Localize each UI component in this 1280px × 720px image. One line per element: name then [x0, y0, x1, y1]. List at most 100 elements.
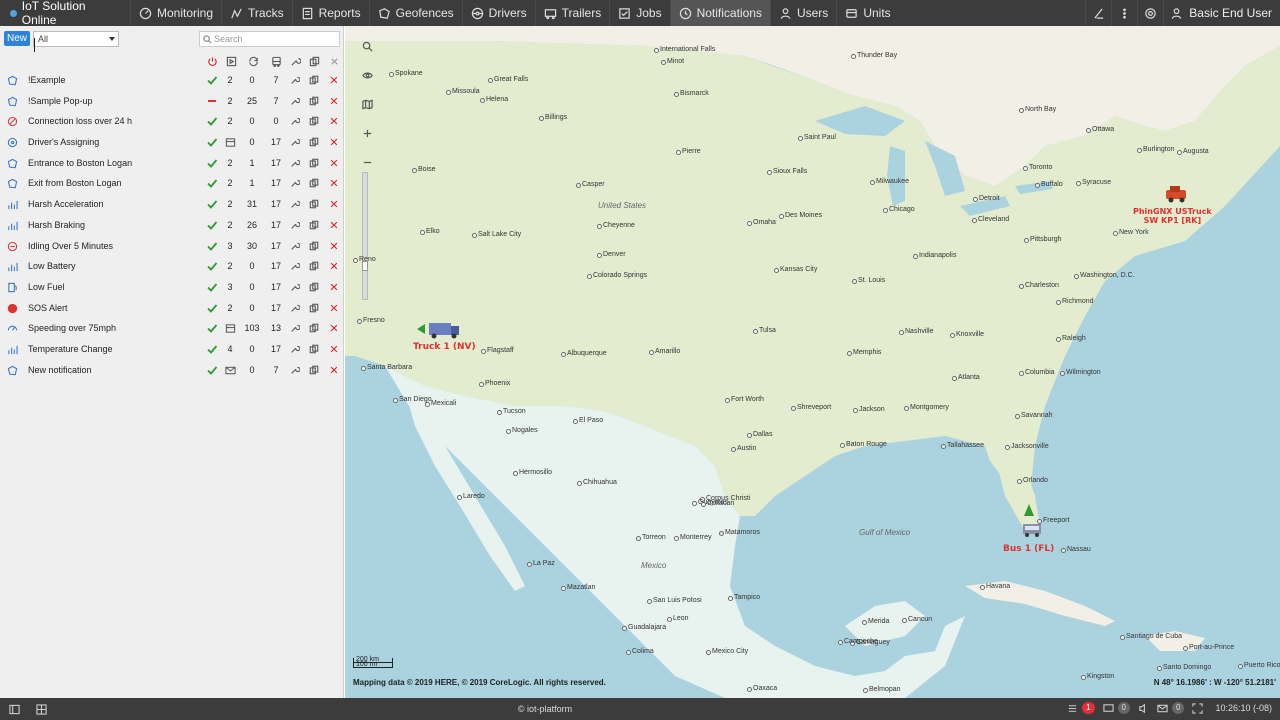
delete-icon[interactable]	[329, 282, 339, 292]
notification-row[interactable]: Exit from Boston Logan 2 1 17	[0, 173, 344, 194]
notification-row[interactable]: Temperature Change 4 0 17	[0, 339, 344, 360]
mail-icon[interactable]	[222, 365, 238, 378]
notification-name[interactable]: Driver's Assigning	[28, 137, 99, 147]
notification-name[interactable]: SOS Alert	[28, 303, 68, 313]
notification-row[interactable]: Low Fuel 3 0 17	[0, 277, 344, 298]
enabled-check-icon[interactable]	[206, 157, 218, 169]
toggle-all-button[interactable]	[205, 54, 219, 68]
nav-monitoring[interactable]: Monitoring	[130, 0, 221, 26]
delete-icon[interactable]	[329, 178, 339, 188]
search-input[interactable]: Search	[199, 31, 340, 47]
nav-geofences[interactable]: Geofences	[368, 0, 462, 26]
copy-all-button[interactable]	[307, 54, 321, 68]
units-icon[interactable]	[222, 137, 238, 150]
edit-wrench-icon[interactable]	[290, 303, 301, 313]
notification-row[interactable]: Idling Over 5 Minutes 3 30 17	[0, 236, 344, 257]
delete-icon[interactable]	[329, 199, 339, 209]
copy-icon[interactable]	[309, 282, 319, 292]
edit-wrench-icon[interactable]	[290, 158, 301, 168]
notification-row[interactable]: Speeding over 75mph 103 13	[0, 318, 344, 339]
notification-row[interactable]: !Example 2 0 7	[0, 70, 344, 91]
enabled-check-icon[interactable]	[206, 115, 218, 127]
edit-wrench-icon[interactable]	[290, 323, 301, 333]
copy-icon[interactable]	[309, 96, 319, 106]
notification-row[interactable]: Harsh Acceleration 2 31 17	[0, 194, 344, 215]
notification-row[interactable]: Entrance to Boston Logan 2 1 17	[0, 153, 344, 174]
notification-name[interactable]: Idling Over 5 Minutes	[28, 241, 113, 251]
notification-row[interactable]: Harsh Braking 2 26 17	[0, 215, 344, 236]
map-view[interactable]: United States Mexico Gulf of Mexico Inte…	[345, 26, 1280, 698]
map-layers-button[interactable]	[359, 96, 375, 112]
copy-icon[interactable]	[309, 75, 319, 85]
notifications-count[interactable]: 0	[1117, 702, 1130, 714]
disabled-dash-icon[interactable]	[206, 95, 218, 107]
copy-icon[interactable]	[309, 158, 319, 168]
notification-row[interactable]: New notification 0 7	[0, 360, 344, 381]
notification-name[interactable]: !Example	[28, 75, 66, 85]
copy-icon[interactable]	[309, 365, 319, 375]
edit-wrench-icon[interactable]	[290, 241, 301, 251]
nav-drivers[interactable]: Drivers	[461, 0, 535, 26]
notification-name[interactable]: !Sample Pop-up	[28, 96, 93, 106]
notification-name[interactable]: Entrance to Boston Logan	[28, 158, 132, 168]
notification-name[interactable]: Connection loss over 24 h	[28, 116, 132, 126]
copy-icon[interactable]	[309, 220, 319, 230]
nav-trailers[interactable]: Trailers	[534, 0, 610, 26]
copy-icon[interactable]	[309, 241, 319, 251]
pickup-marker[interactable]	[1164, 184, 1190, 207]
delete-icon[interactable]	[329, 344, 339, 354]
unit-label-bus-1[interactable]: Bus 1 (FL)	[1003, 544, 1054, 554]
copy-icon[interactable]	[309, 178, 319, 188]
notification-name[interactable]: Low Fuel	[28, 282, 65, 292]
edit-wrench-icon[interactable]	[290, 365, 301, 375]
notification-name[interactable]: Exit from Boston Logan	[28, 178, 122, 188]
enabled-check-icon[interactable]	[206, 240, 218, 252]
copy-icon[interactable]	[309, 199, 319, 209]
enabled-check-icon[interactable]	[206, 177, 218, 189]
edit-wrench-icon[interactable]	[290, 116, 301, 126]
app-logo[interactable]: IoT Solution Online	[0, 0, 130, 27]
edit-wrench-icon[interactable]	[290, 282, 301, 292]
edit-wrench-icon[interactable]	[290, 220, 301, 230]
enabled-check-icon[interactable]	[206, 322, 218, 334]
delete-icon[interactable]	[329, 75, 339, 85]
delete-icon[interactable]	[329, 158, 339, 168]
delete-icon[interactable]	[329, 241, 339, 251]
enabled-check-icon[interactable]	[206, 136, 218, 148]
notification-name[interactable]: Temperature Change	[28, 344, 113, 354]
units-icon[interactable]	[222, 323, 238, 336]
new-notification-button[interactable]: New	[4, 31, 30, 46]
copy-icon[interactable]	[309, 323, 319, 333]
enabled-check-icon[interactable]	[206, 364, 218, 376]
copy-icon[interactable]	[309, 344, 319, 354]
edit-wrench-icon[interactable]	[290, 261, 301, 271]
tools-button[interactable]	[1085, 0, 1111, 26]
notification-name[interactable]: Harsh Acceleration	[28, 199, 104, 209]
edit-wrench-icon[interactable]	[290, 96, 301, 106]
edit-wrench-icon[interactable]	[290, 199, 301, 209]
menu-button[interactable]	[1111, 0, 1137, 26]
edit-wrench-icon[interactable]	[290, 75, 301, 85]
enabled-check-icon[interactable]	[206, 281, 218, 293]
enabled-check-icon[interactable]	[206, 198, 218, 210]
delete-icon[interactable]	[329, 116, 339, 126]
notification-row[interactable]: SOS Alert 2 0 17	[0, 298, 344, 319]
copy-icon[interactable]	[309, 261, 319, 271]
nav-reports[interactable]: Reports	[291, 0, 369, 26]
notification-row[interactable]: Driver's Assigning 0 17	[0, 132, 344, 153]
delete-icon[interactable]	[329, 261, 339, 271]
alerts-badge[interactable]: 1	[1082, 702, 1095, 714]
nav-users[interactable]: Users	[769, 0, 836, 26]
units-column-header[interactable]	[224, 54, 238, 68]
copy-icon[interactable]	[309, 116, 319, 126]
enabled-check-icon[interactable]	[206, 343, 218, 355]
settings-button[interactable]	[1137, 0, 1163, 26]
nav-notifications[interactable]: Notifications	[669, 0, 770, 26]
enabled-check-icon[interactable]	[206, 302, 218, 314]
bus-marker[interactable]	[1020, 504, 1044, 543]
zoom-slider[interactable]	[362, 172, 368, 300]
delete-icon[interactable]	[329, 303, 339, 313]
notification-row[interactable]: Connection loss over 24 h 2 0 0	[0, 111, 344, 132]
enabled-check-icon[interactable]	[206, 260, 218, 272]
notification-row[interactable]: Low Battery 2 0 17	[0, 256, 344, 277]
